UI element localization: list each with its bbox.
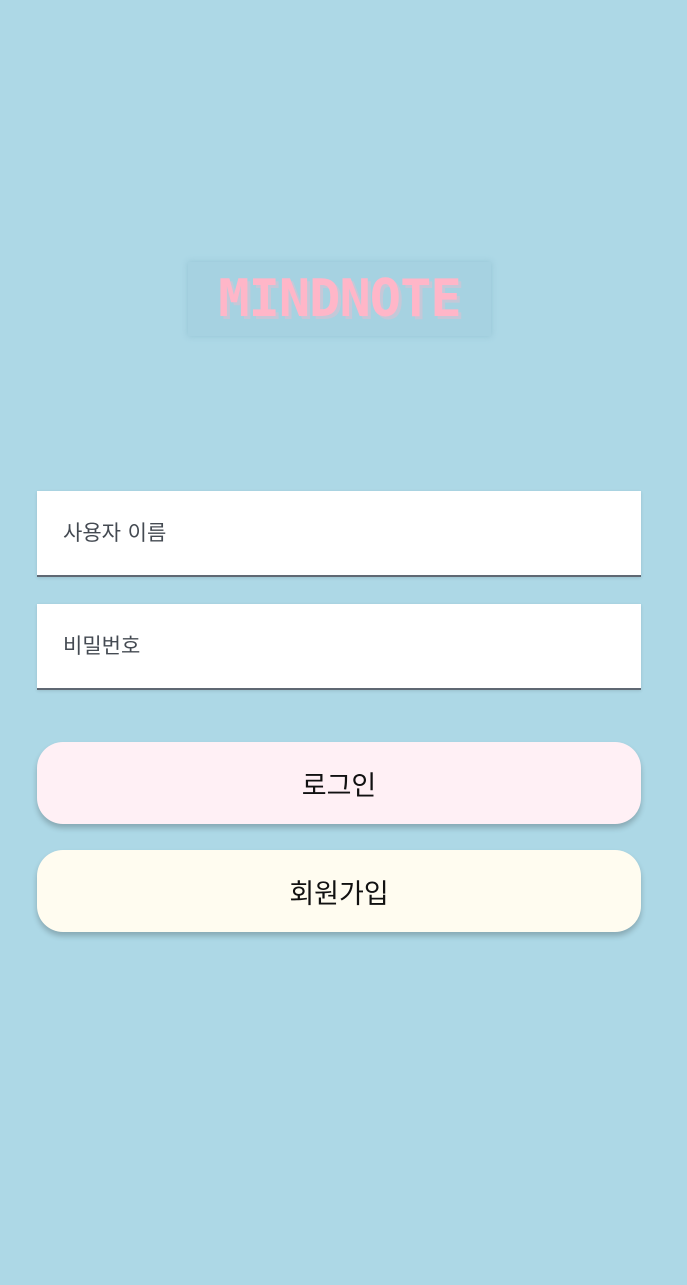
- app-logo: MINDNOTE: [188, 262, 491, 336]
- username-input[interactable]: [37, 491, 641, 575]
- username-field[interactable]: [37, 491, 641, 577]
- signup-button-label: 회원가입: [289, 878, 389, 910]
- login-button[interactable]: 로그인: [37, 742, 641, 824]
- login-button-label: 로그인: [301, 770, 377, 802]
- signup-button[interactable]: 회원가입: [37, 850, 641, 932]
- app-logo-text: MINDNOTE: [218, 269, 461, 329]
- password-input[interactable]: [37, 604, 641, 688]
- password-field[interactable]: [37, 604, 641, 690]
